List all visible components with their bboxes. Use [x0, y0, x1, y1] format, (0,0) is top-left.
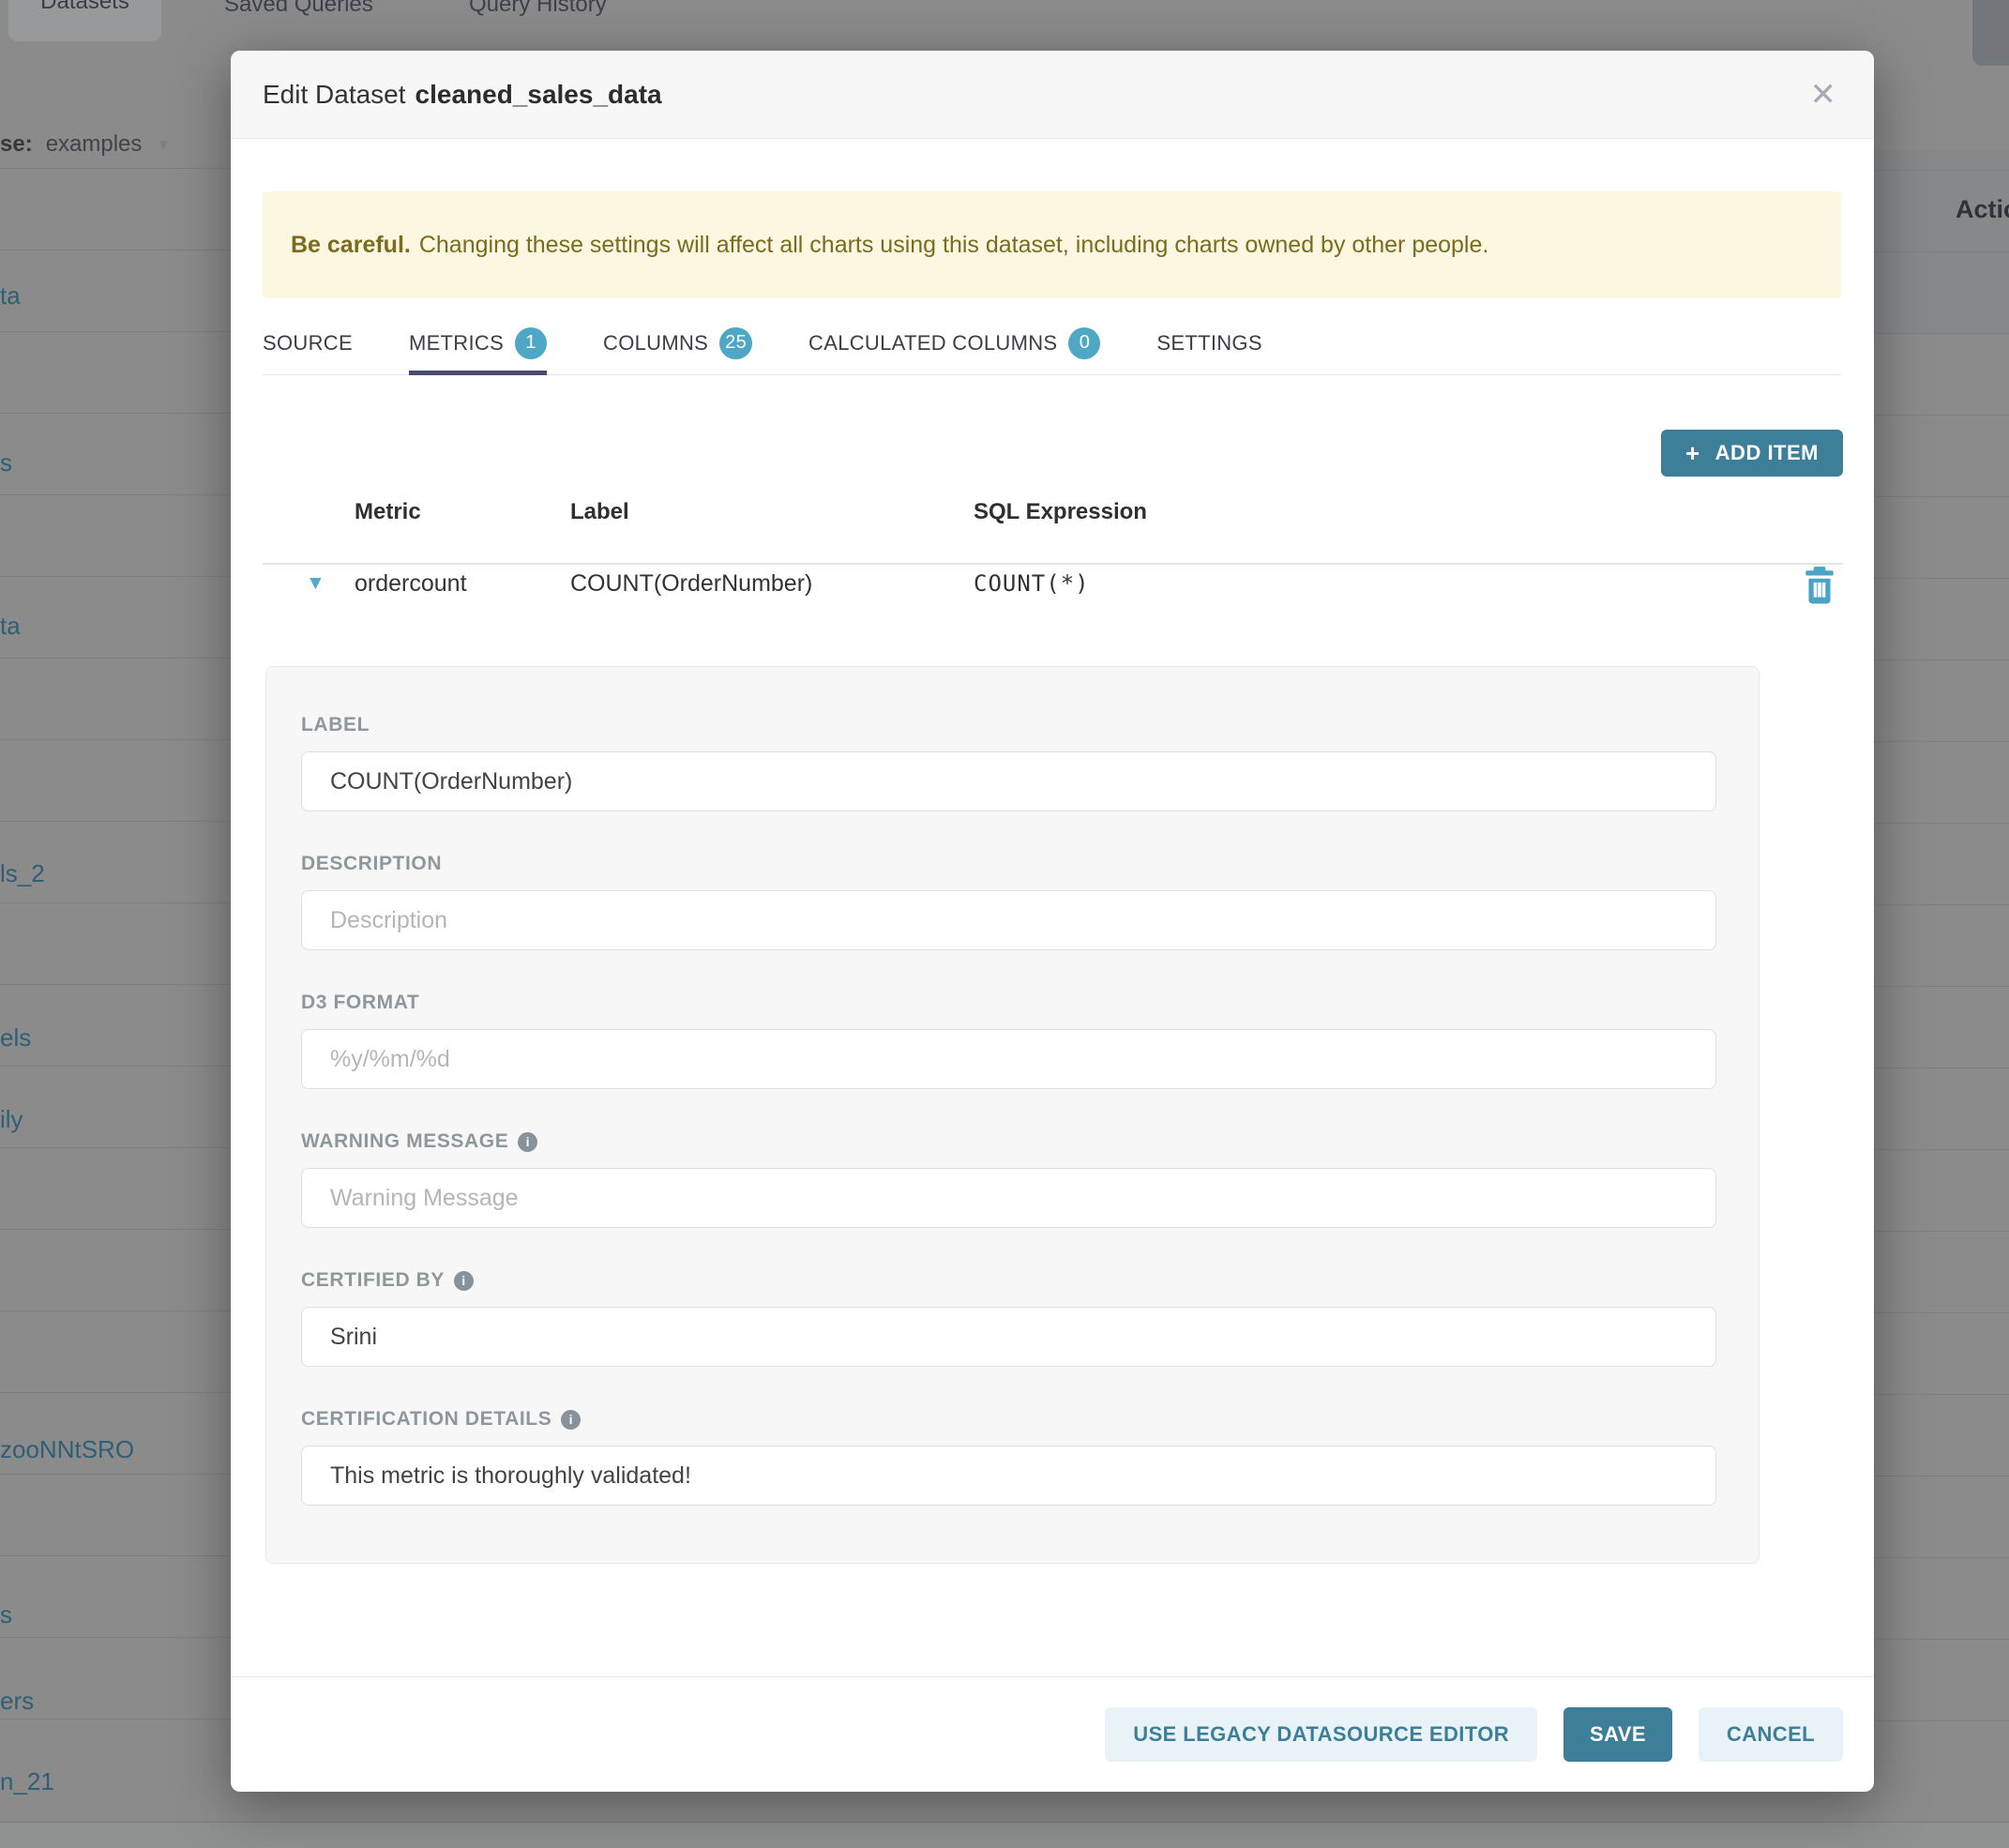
bg-row-fragment: els: [0, 1023, 31, 1053]
bg-row-fragment: s: [0, 448, 12, 477]
metric-name-cell: ordercount: [355, 570, 467, 598]
metric-edit-panel: LABEL DESCRIPTION D3 FORMAT WARNING MESS…: [265, 666, 1760, 1564]
bg-actions-header: Actio: [1956, 195, 2009, 224]
bg-tab-query-history: Query History: [469, 0, 607, 18]
d3-format-input[interactable]: [301, 1029, 1716, 1089]
bg-row-fragment: s: [0, 1600, 12, 1629]
bg-row-fragment: ta: [0, 612, 21, 641]
page-stage: Datasets Saved Queries Query History se:…: [0, 0, 2009, 1848]
bg-row-fragment: ls_2: [0, 859, 45, 888]
bg-table-rows-left: [0, 141, 231, 1822]
description-input[interactable]: [301, 890, 1716, 950]
certified-by-input[interactable]: [301, 1307, 1716, 1367]
bg-footer-bar: [0, 1822, 2009, 1848]
column-header-sql-expression: SQL Expression: [974, 499, 1147, 525]
bg-row-fragment: ily: [0, 1105, 23, 1134]
warning-banner: Be careful. Changing these settings will…: [263, 191, 1841, 298]
field-certified-by-label: CERTIFIED BY i: [301, 1269, 474, 1292]
modal-title: Edit Dataset cleaned_sales_data: [263, 80, 662, 110]
modal-footer: USE LEGACY DATASOURCE EDITOR SAVE CANCEL: [231, 1676, 1874, 1792]
bg-tab-saved-queries: Saved Queries: [224, 0, 373, 18]
edit-dataset-modal: Edit Dataset cleaned_sales_data ✕ Be care…: [231, 51, 1874, 1792]
bg-row-fragment: ers: [0, 1687, 34, 1716]
metric-sql-cell: COUNT(*): [974, 570, 1090, 597]
warning-banner-bold: Be careful.: [291, 232, 411, 259]
field-description-label: DESCRIPTION: [301, 853, 442, 875]
bg-row-fragment: zooNNtSRO: [0, 1435, 134, 1464]
tab-source[interactable]: SOURCE: [263, 311, 353, 374]
bg-tab-datasets-label: Datasets: [40, 0, 129, 15]
add-item-button[interactable]: + ADD ITEM: [1661, 430, 1843, 477]
modal-title-prefix: Edit Dataset: [263, 80, 406, 109]
info-icon[interactable]: i: [561, 1410, 581, 1430]
column-header-label: Label: [570, 499, 629, 525]
column-header-metric: Metric: [355, 499, 421, 525]
tab-metrics[interactable]: METRICS 1: [409, 311, 547, 374]
metrics-count-badge: 1: [515, 327, 547, 359]
label-input[interactable]: [301, 751, 1716, 811]
info-icon[interactable]: i: [454, 1271, 474, 1291]
tab-calculated-columns[interactable]: CALCULATED COLUMNS 0: [808, 311, 1100, 374]
save-button[interactable]: SAVE: [1563, 1707, 1672, 1762]
metric-label-cell: COUNT(OrderNumber): [570, 570, 812, 598]
tab-columns[interactable]: COLUMNS 25: [603, 311, 752, 374]
bg-row-fragment: n_21: [0, 1767, 54, 1796]
bg-table-rows-right: [1874, 141, 2009, 1822]
modal-header: Edit Dataset cleaned_sales_data ✕: [231, 51, 1874, 139]
field-d3-format-label: D3 FORMAT: [301, 992, 419, 1014]
plus-icon: +: [1685, 439, 1700, 468]
modal-title-dataset-name: cleaned_sales_data: [415, 80, 662, 109]
certification-details-input[interactable]: [301, 1446, 1716, 1506]
cancel-button[interactable]: CANCEL: [1699, 1707, 1843, 1762]
trash-icon: [1803, 565, 1836, 604]
field-certification-details-label: CERTIFICATION DETAILS i: [301, 1408, 581, 1431]
bg-row-fragment: ta: [0, 281, 21, 311]
field-label-label: LABEL: [301, 714, 370, 736]
warning-banner-text: Changing these settings will affect all …: [419, 232, 1489, 259]
row-expand-caret-icon[interactable]: ▼: [306, 572, 325, 595]
close-icon[interactable]: ✕: [1810, 79, 1837, 111]
bg-tab-datasets: Datasets: [8, 0, 161, 41]
tab-settings[interactable]: SETTINGS: [1156, 311, 1261, 374]
columns-count-badge: 25: [719, 327, 752, 359]
use-legacy-datasource-editor-button[interactable]: USE LEGACY DATASOURCE EDITOR: [1105, 1707, 1537, 1762]
warning-message-input[interactable]: [301, 1168, 1716, 1228]
dataset-tabs: SOURCE METRICS 1 COLUMNS 25 CALCULATED C…: [263, 311, 1841, 375]
field-warning-message-label: WARNING MESSAGE i: [301, 1130, 537, 1153]
bg-corner-tab: [1972, 0, 2009, 66]
calculated-columns-count-badge: 0: [1068, 327, 1100, 359]
add-item-label: ADD ITEM: [1715, 441, 1819, 465]
table-header-divider: [263, 563, 1843, 565]
delete-metric-button[interactable]: [1803, 565, 1836, 607]
info-icon[interactable]: i: [518, 1132, 537, 1152]
